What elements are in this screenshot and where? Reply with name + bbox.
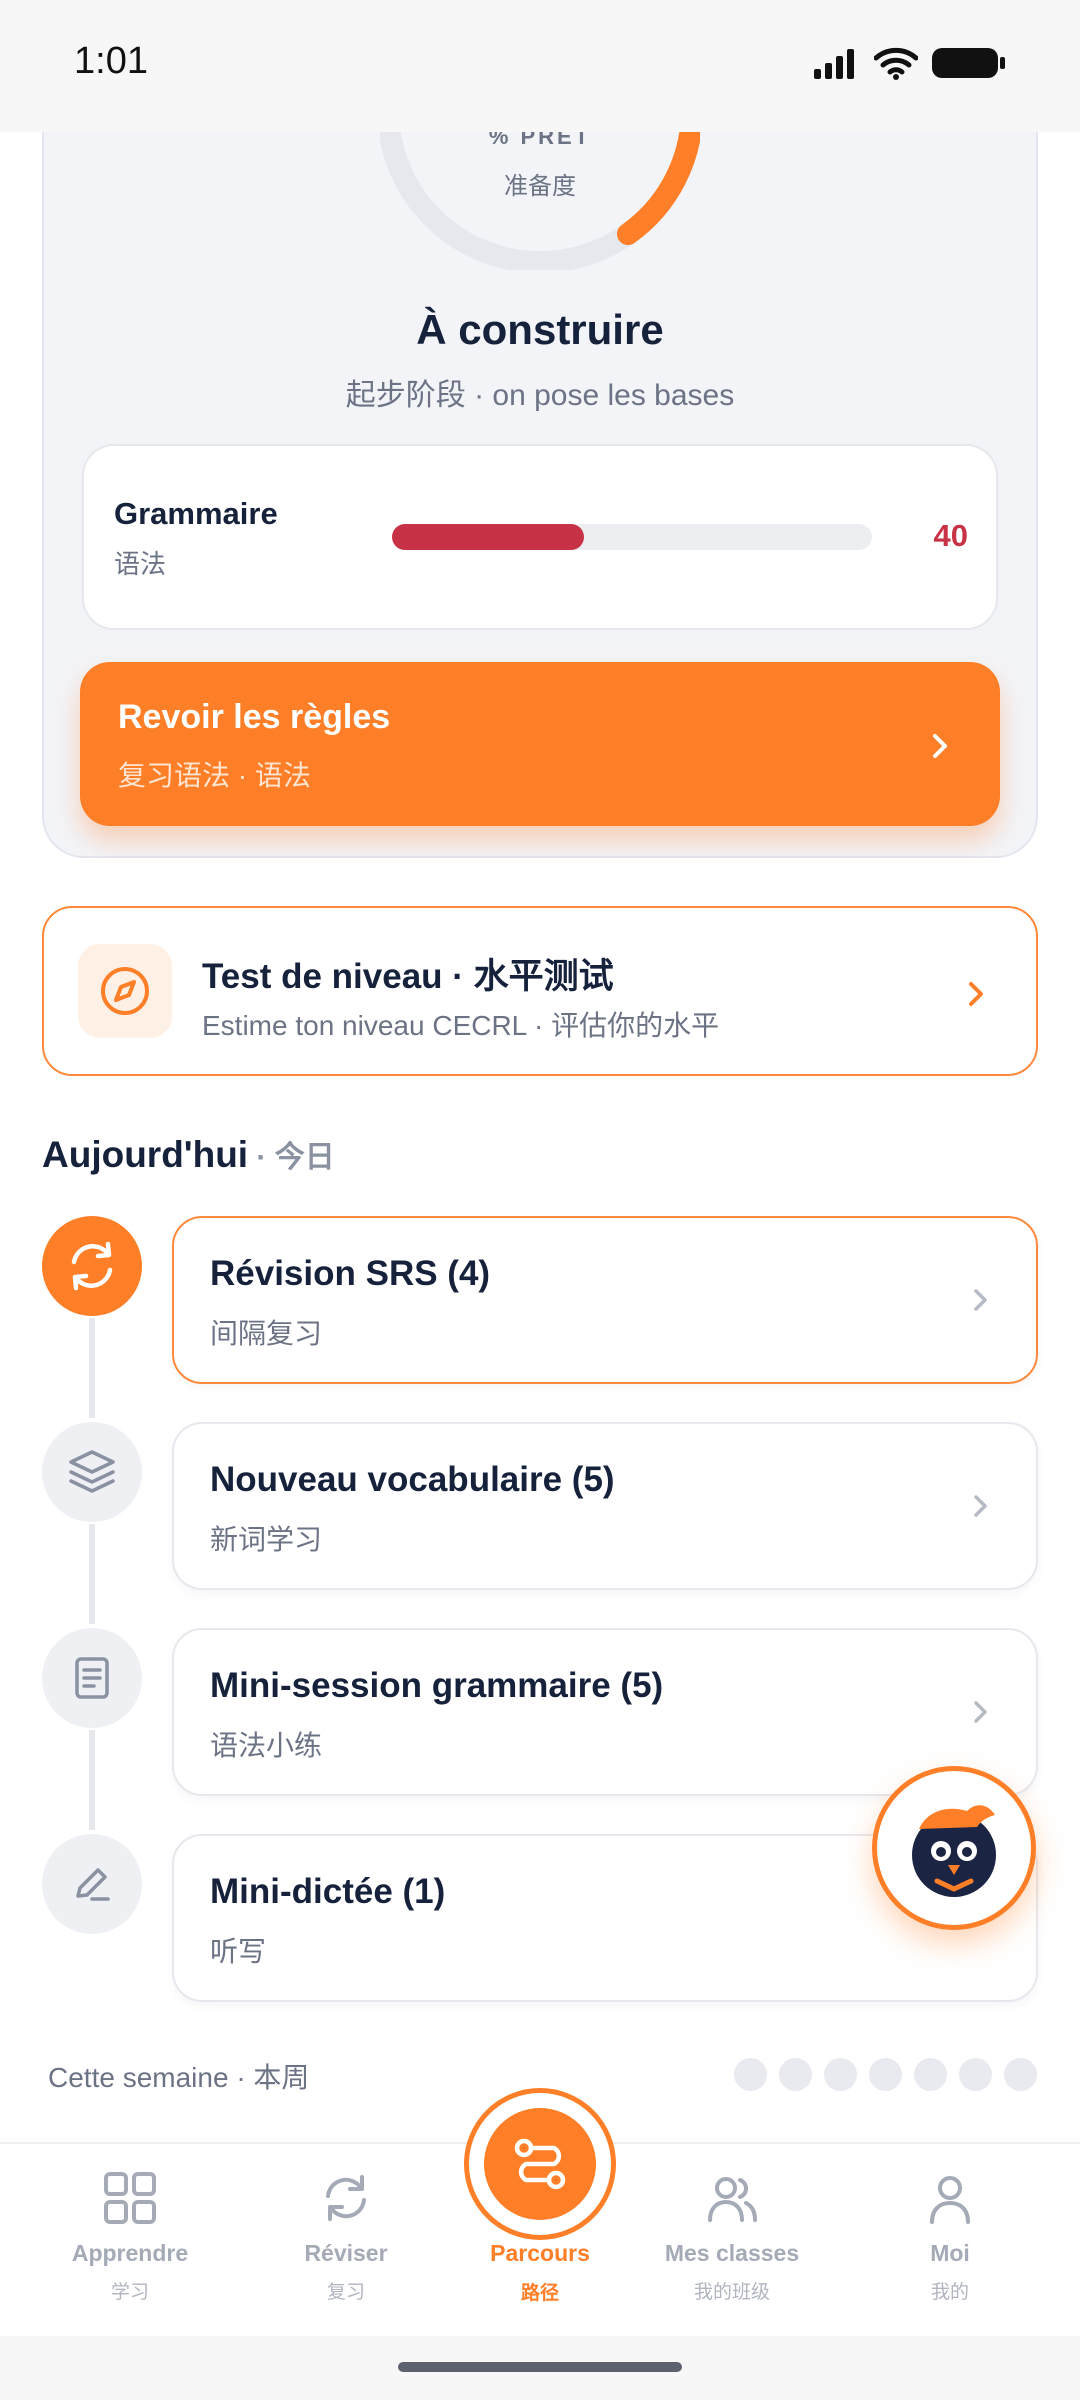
layers-icon [69,1450,115,1493]
level-test-sub: Estime ton niveau CECRL · 评估你的水平 [202,1010,720,1041]
step-circle-srs [42,1216,142,1316]
user-icon [930,2176,970,2224]
home-indicator[interactable] [398,2362,682,2372]
nav-item-reviser[interactable]: Réviser 复习 [246,2168,446,2304]
week-day-dot [734,2058,767,2091]
step-circle-grammar [42,1628,142,1728]
week-day-dot [959,2058,992,2091]
review-rules-sub: 复习语法 · 语法 [118,760,311,791]
week-day-dot [914,2058,947,2091]
timeline-connector [89,1318,95,1418]
skill-value: 40 [933,518,968,553]
today-heading: Aujourd'hui · 今日 [42,1132,335,1176]
week-day-dot [779,2058,812,2091]
step-title: Nouveau vocabulaire (5) [210,1460,615,1499]
refresh-icon [326,2175,366,2221]
today-heading-zh: · 今日 [248,1141,335,1174]
readiness-percent-sublabel: 准备度 [504,173,576,200]
week-label: Cette semaine · 本周 [48,2062,310,2093]
battery-icon [932,48,1005,78]
week-day-dot [1004,2058,1037,2091]
review-rules-title: Revoir les règles [118,698,391,736]
chevron-right-icon [974,1289,987,1311]
nav-item-apprendre[interactable]: Apprendre 学习 [30,2168,230,2304]
chevron-right-icon [974,1701,987,1723]
grid-icon [104,2172,156,2224]
nav-sub: 路径 [520,2283,559,2304]
step-sub: 语法小练 [210,1730,323,1761]
signal-icon [814,49,854,79]
refresh-icon [71,1241,113,1291]
nav-label: Apprendre [71,2240,189,2266]
nav-sub: 复习 [326,2282,365,2303]
step-circle-vocab [42,1422,142,1522]
step-title: Mini-dictée (1) [210,1872,446,1911]
nav-sub: 学习 [110,2282,149,2303]
chevron-right-icon [974,1495,987,1517]
step-sub: 间隔复习 [210,1318,323,1349]
step-card-srs[interactable] [172,1216,1038,1384]
book-icon [75,1657,109,1699]
step-card-vocab[interactable] [172,1422,1038,1590]
users-icon [708,2177,757,2222]
step-title: Mini-session grammaire (5) [210,1666,664,1705]
wifi-icon [874,47,918,80]
level-test-icon-box [78,944,172,1038]
nav-item-mes-classes[interactable]: Mes classes 我的班级 [632,2168,832,2304]
nav-sub: 我的 [930,2282,969,2303]
chevron-right-icon [933,734,947,758]
review-rules-button[interactable] [80,662,1000,826]
step-title: Révision SRS (4) [210,1254,491,1293]
owl-mascot-icon [912,1805,996,1897]
timeline-connector [89,1524,95,1624]
nav-label: Parcours [490,2240,590,2266]
nav-label: Réviser [304,2240,388,2266]
level-subtitle: 起步阶段 · on pose les bases [345,379,735,412]
pencil-icon [76,1868,110,1901]
nav-label: Moi [930,2240,970,2266]
mascot-assistant-button[interactable] [872,1766,1036,1930]
route-icon [514,2138,566,2190]
step-sub: 新词学习 [210,1524,323,1555]
nav-item-moi[interactable]: Moi 我的 [850,2168,1050,2304]
week-day-dot [869,2058,902,2091]
status-time: 1:01 [74,40,148,82]
compass-icon [101,967,149,1015]
step-sub: 听写 [210,1936,267,1967]
timeline-connector [89,1730,95,1830]
skill-sub: 语法 [114,549,167,579]
status-icons [814,46,1006,80]
nav-sub: 我的班级 [693,2282,770,2303]
week-day-dot [824,2058,857,2091]
week-progress-dots [734,2058,1037,2091]
nav-parcours-inner [484,2108,596,2220]
step-circle-dictation [42,1834,142,1934]
level-title: À construire [416,306,664,353]
nav-label: Mes classes [664,2240,800,2266]
today-heading-label: Aujourd'hui [42,1134,249,1175]
skill-name: Grammaire [114,496,278,531]
chevron-right-icon [969,982,983,1006]
level-test-title: Test de niveau · 水平测试 [202,957,614,996]
skill-progress-fill [392,524,584,550]
